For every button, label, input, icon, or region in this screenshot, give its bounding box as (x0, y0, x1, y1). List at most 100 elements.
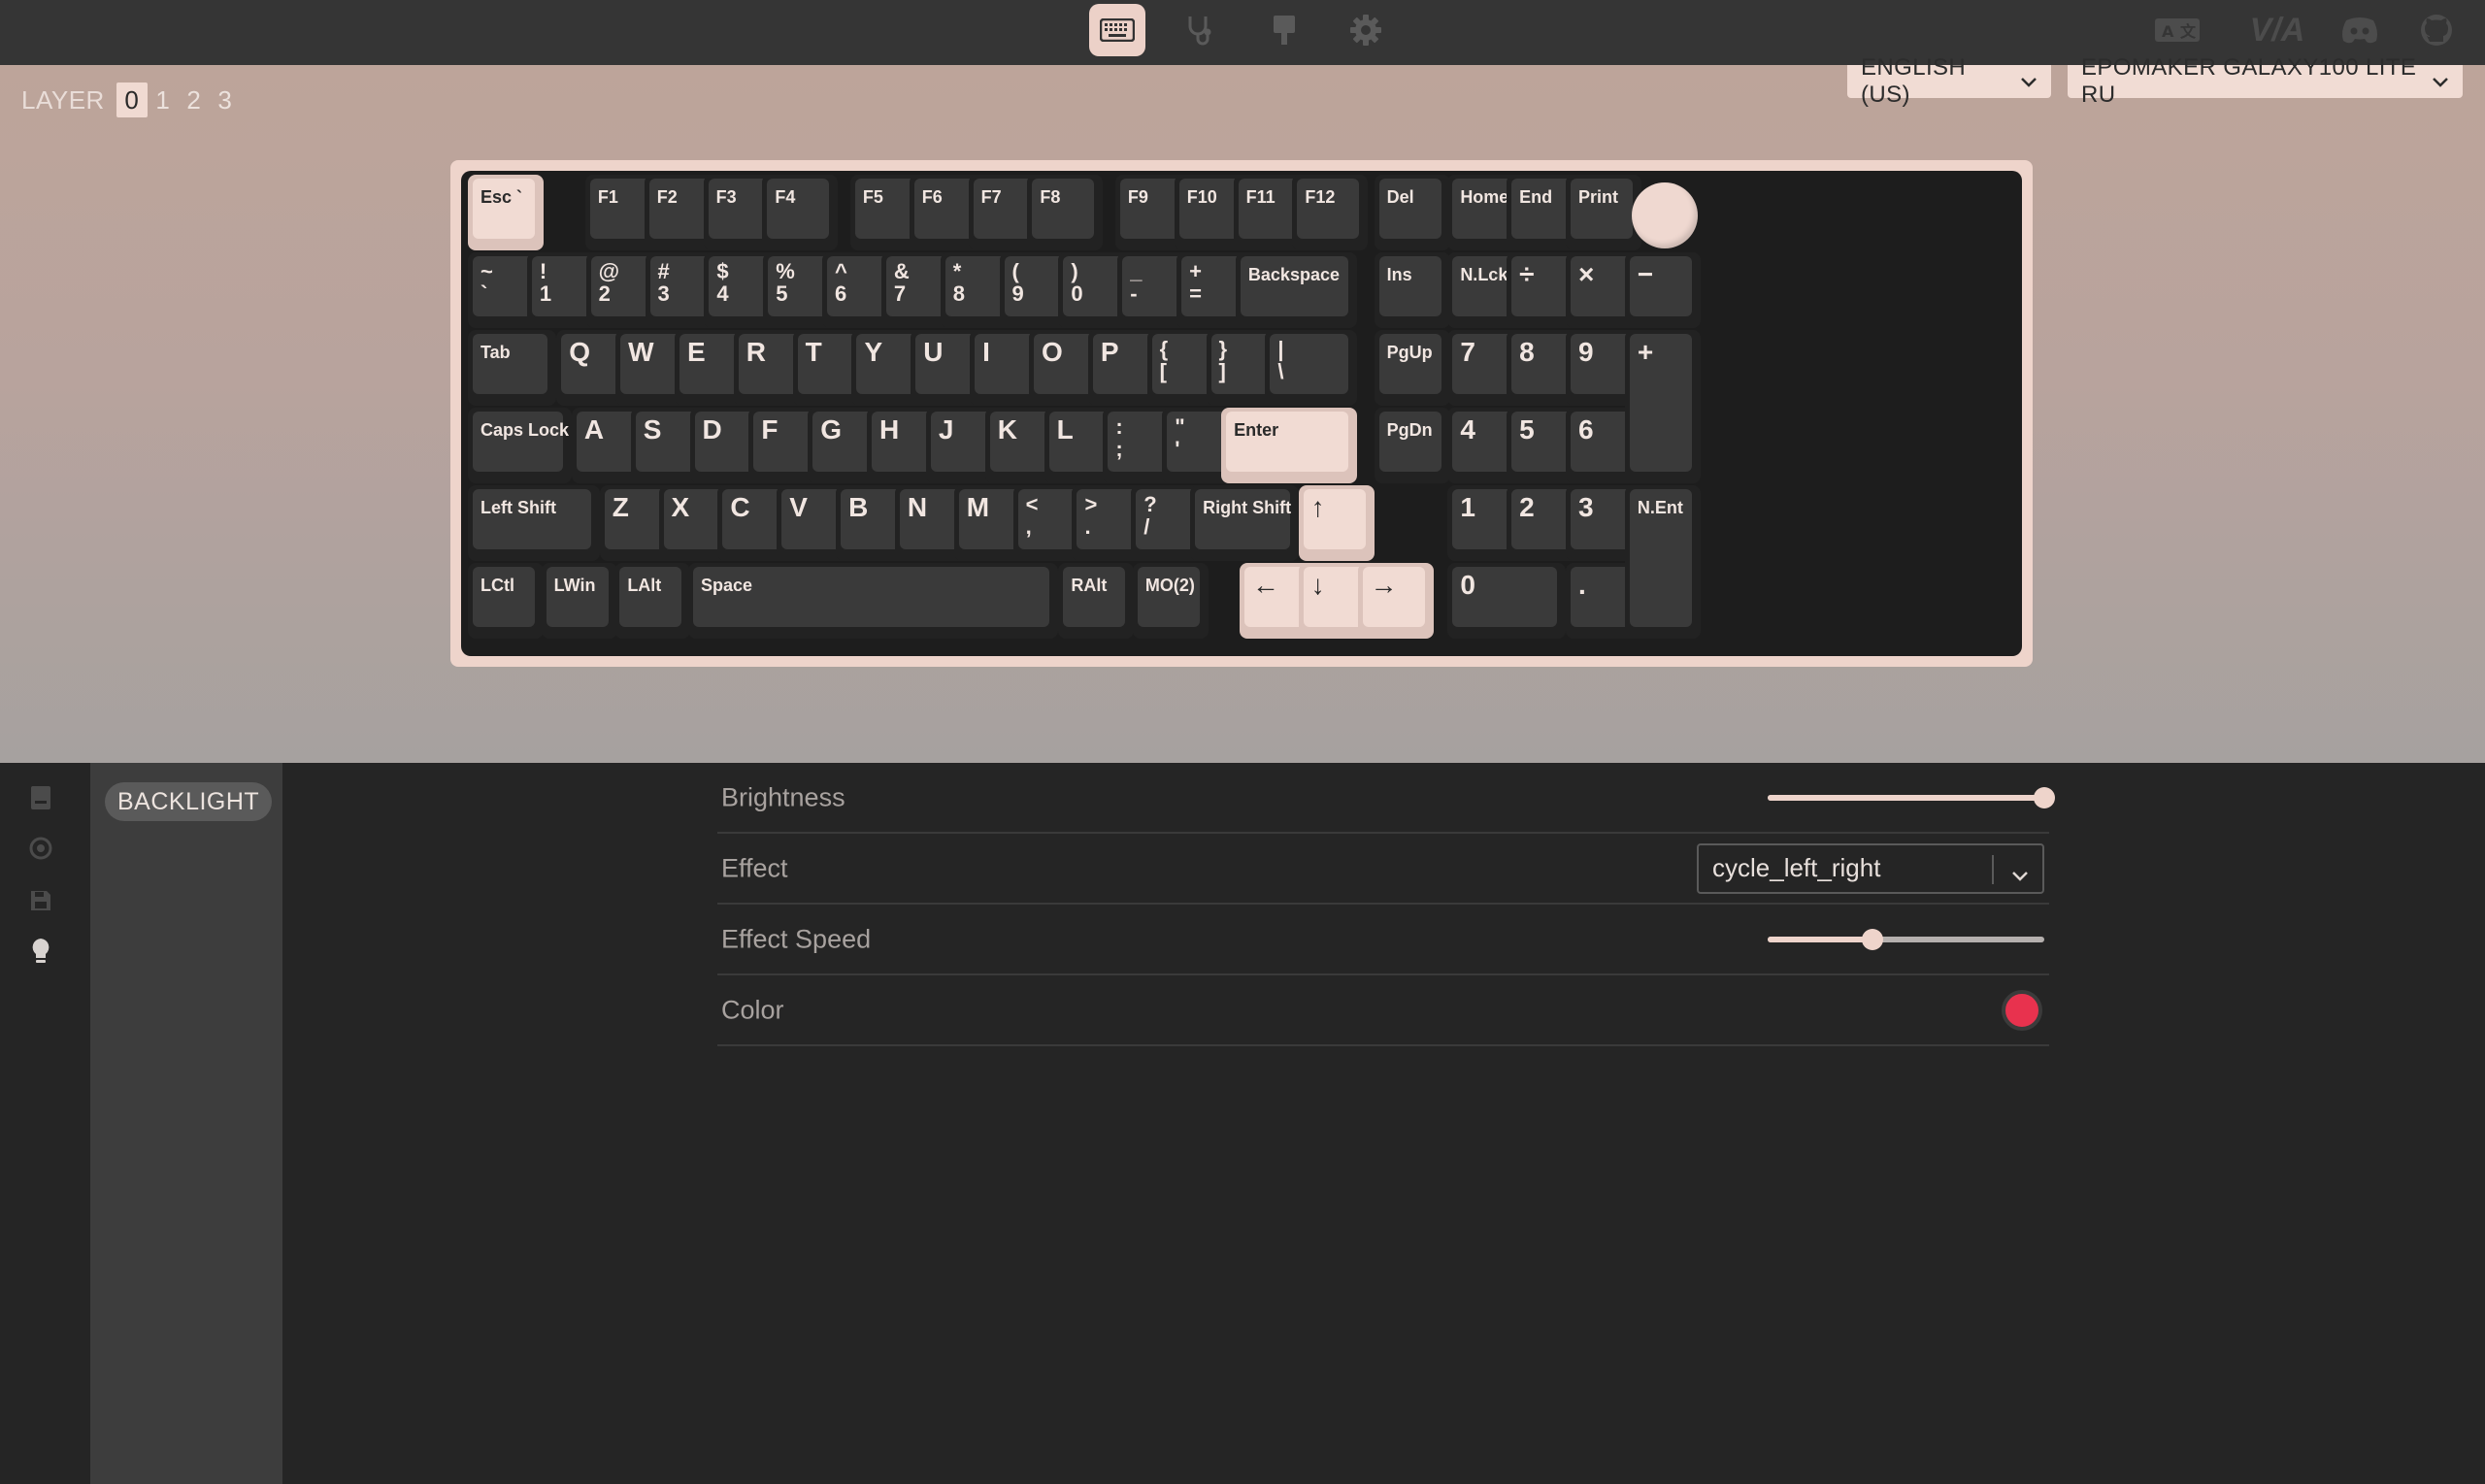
keyboard-icon[interactable] (1089, 4, 1145, 56)
key-m-label: M (958, 489, 1021, 549)
key-caps[interactable]: Caps Lock (468, 408, 572, 483)
key-pminus[interactable]: − (1624, 252, 1701, 328)
layer-0-button[interactable]: 0 (116, 82, 148, 117)
device-dropdown[interactable]: EPOMAKER GALAXY100 LITE RU (2068, 54, 2463, 108)
key-n5-label: % 5 (768, 256, 831, 316)
key-tab[interactable]: Tab (468, 330, 557, 406)
key-equal-label: + = (1181, 256, 1244, 316)
chevron-down-icon (2432, 68, 2449, 95)
translate-icon[interactable]: A文 (2152, 10, 2203, 50)
macro-icon[interactable] (25, 833, 56, 864)
layer-2-button[interactable]: 2 (179, 82, 210, 117)
color-picker-swatch[interactable] (2002, 989, 2042, 1031)
key-print[interactable]: Print (1566, 175, 1641, 250)
configure-rail (0, 763, 90, 1484)
brightness-label: Brightness (721, 782, 845, 811)
key-pdiv-label: ÷ (1511, 256, 1574, 316)
key-right-label: → (1362, 567, 1425, 627)
effect-select[interactable]: cycle_left_right (1697, 842, 2044, 894)
key-f2-label: F2 (648, 179, 712, 239)
key-right[interactable]: → (1357, 563, 1434, 639)
key-pplus[interactable]: + (1624, 330, 1701, 483)
key-w-label: W (620, 334, 683, 394)
key-ralt[interactable]: RAlt (1058, 563, 1135, 639)
key-pgup[interactable]: PgUp (1374, 330, 1450, 406)
key-t-label: T (797, 334, 860, 394)
key-enter[interactable]: Enter (1221, 408, 1357, 483)
key-f6-label: F6 (913, 179, 977, 239)
lightbulb-icon[interactable] (25, 936, 56, 967)
key-lbracket-label: { [ (1151, 334, 1214, 394)
key-n4-label: $ 4 (709, 256, 772, 316)
github-icon[interactable] (2415, 10, 2458, 50)
key-s-label: S (635, 412, 698, 472)
key-lctl[interactable]: LCtl (468, 563, 544, 639)
gear-icon[interactable] (1338, 4, 1394, 56)
key-n6-label: ^ 6 (827, 256, 890, 316)
design-icon[interactable] (1256, 4, 1312, 56)
key-f8[interactable]: F8 (1027, 175, 1104, 250)
key-a-label: A (576, 412, 639, 472)
brightness-slider-thumb[interactable] (2034, 786, 2055, 808)
key-left-label: ← (1243, 567, 1307, 627)
key-rshift[interactable]: Right Shift (1190, 485, 1299, 561)
key-ins[interactable]: Ins (1374, 252, 1450, 328)
key-lshift[interactable]: Left Shift (468, 485, 600, 561)
key-u-label: U (915, 334, 978, 394)
menu-item-backlight[interactable]: BACKLIGHT (105, 782, 273, 821)
key-period-label: > . (1077, 489, 1140, 549)
save-icon[interactable] (25, 885, 56, 916)
key-pent[interactable]: N.Ent (1624, 485, 1701, 639)
stethoscope-icon[interactable] (1172, 4, 1228, 56)
svg-text:文: 文 (2180, 22, 2197, 41)
key-f4[interactable]: F4 (762, 175, 839, 250)
effect-speed-slider-thumb[interactable] (1862, 928, 1884, 950)
key-pgup-label: PgUp (1378, 334, 1441, 394)
key-backspace[interactable]: Backspace (1235, 252, 1357, 328)
key-p3-label: 3 (1571, 489, 1633, 549)
color-label: Color (721, 995, 784, 1024)
key-comma-label: < , (1017, 489, 1080, 549)
effect-speed-row: Effect Speed (717, 905, 2049, 975)
key-p0[interactable]: 0 (1447, 563, 1566, 639)
language-dropdown[interactable]: ENGLISH (US) (1847, 54, 2051, 108)
key-ralt-label: RAlt (1063, 567, 1126, 627)
key-k-label: K (989, 412, 1052, 472)
effect-speed-slider[interactable] (1768, 928, 2044, 950)
key-lwin[interactable]: LWin (541, 563, 617, 639)
keymap-icon[interactable] (25, 782, 56, 813)
layer-1-button[interactable]: 1 (148, 82, 179, 117)
key-up[interactable]: ↑ (1298, 485, 1375, 561)
key-rbracket-label: } ] (1210, 334, 1274, 394)
key-mo2[interactable]: MO(2) (1132, 563, 1209, 639)
key-x-label: X (663, 489, 726, 549)
key-f12[interactable]: F12 (1292, 175, 1369, 250)
key-rshift-label: Right Shift (1195, 489, 1291, 549)
key-f9-label: F9 (1119, 179, 1182, 239)
key-f10-label: F10 (1178, 179, 1242, 239)
key-pplus-label: + (1629, 334, 1692, 472)
key-q-label: Q (561, 334, 624, 394)
keyboard-stage: LAYER 0 1 2 3 ENGLISH (US) EPOMAKER GALA… (0, 54, 2485, 763)
key-mo2-label: MO(2) (1137, 567, 1200, 627)
key-ins-label: Ins (1378, 256, 1441, 316)
key-space[interactable]: Space (687, 563, 1059, 639)
key-pgdn[interactable]: PgDn (1374, 408, 1450, 483)
key-home-label: Home (1452, 179, 1515, 239)
rotary-knob[interactable] (1631, 182, 1698, 248)
key-f4-label: F4 (767, 179, 830, 239)
key-n0-label: ) 0 (1063, 256, 1126, 316)
brightness-slider[interactable] (1768, 786, 2055, 808)
chevron-down-icon[interactable] (2011, 859, 2029, 889)
key-grave-label: ~ ` (473, 256, 535, 316)
key-z-label: Z (604, 489, 667, 549)
key-del[interactable]: Del (1374, 175, 1450, 250)
key-backslash[interactable]: | \ (1265, 330, 1357, 406)
discord-icon[interactable] (2336, 10, 2384, 50)
layer-3-button[interactable]: 3 (210, 82, 241, 117)
key-caps-label: Caps Lock (473, 412, 569, 472)
key-lalt[interactable]: LAlt (614, 563, 691, 639)
key-backspace-label: Backspace (1240, 256, 1348, 316)
via-logo-icon[interactable]: V/A (2248, 10, 2306, 50)
key-esc[interactable]: Esc ` (468, 175, 544, 250)
